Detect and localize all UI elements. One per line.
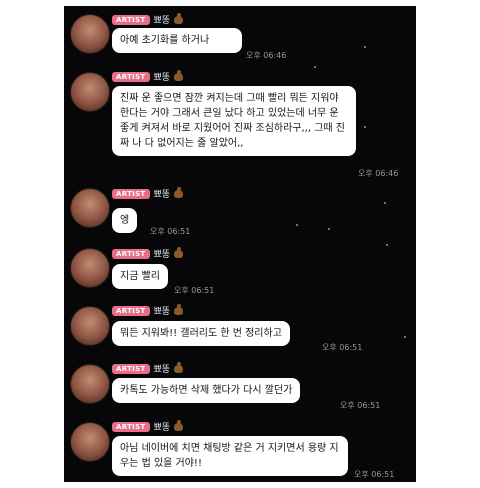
artist-badge: ARTIST bbox=[112, 14, 150, 25]
poo-emoji-icon bbox=[174, 12, 184, 24]
sender-meta: ARTIST 뾰똥 bbox=[112, 419, 184, 433]
sender-name: 뾰똥 bbox=[153, 190, 171, 200]
avatar[interactable] bbox=[70, 422, 110, 462]
message-time: 오후 06:51 bbox=[354, 470, 395, 479]
star bbox=[364, 46, 366, 48]
avatar[interactable] bbox=[70, 72, 110, 112]
poo-emoji-icon bbox=[174, 186, 184, 198]
message-time: 오후 06:51 bbox=[150, 227, 191, 236]
sender-name: 뾰똥 bbox=[153, 307, 171, 317]
sender-meta: ARTIST 뾰똥 bbox=[112, 186, 184, 200]
message-bubble[interactable]: 아예 초기화를 하거나 bbox=[112, 28, 242, 53]
artist-badge: ARTIST bbox=[112, 305, 150, 316]
sender-meta: ARTIST 뾰똥 bbox=[112, 69, 184, 83]
poo-emoji-icon bbox=[174, 303, 184, 315]
message-bubble[interactable]: 아님 네이버에 치면 채팅방 같은 거 지키면서 용량 지우는 법 있을 거야!… bbox=[112, 436, 348, 476]
message-bubble[interactable]: 지금 빨리 bbox=[112, 264, 168, 289]
avatar[interactable] bbox=[70, 306, 110, 346]
message-time: 오후 06:51 bbox=[322, 343, 363, 352]
star bbox=[328, 228, 330, 230]
poo-emoji-icon bbox=[174, 246, 184, 258]
star bbox=[384, 202, 386, 204]
avatar[interactable] bbox=[70, 14, 110, 54]
star bbox=[314, 66, 316, 68]
artist-badge: ARTIST bbox=[112, 188, 150, 199]
sender-meta: ARTIST 뾰똥 bbox=[112, 12, 184, 26]
avatar[interactable] bbox=[70, 364, 110, 404]
avatar[interactable] bbox=[70, 188, 110, 228]
artist-badge: ARTIST bbox=[112, 248, 150, 259]
sender-meta: ARTIST 뾰똥 bbox=[112, 303, 184, 317]
message-bubble[interactable]: 뭐든 지워봐!! 갤러리도 한 번 정리하고 bbox=[112, 321, 290, 346]
sender-name: 뾰똥 bbox=[153, 250, 171, 260]
artist-badge: ARTIST bbox=[112, 421, 150, 432]
sender-meta: ARTIST 뾰똥 bbox=[112, 246, 184, 260]
star bbox=[364, 126, 366, 128]
message-time: 오후 06:51 bbox=[340, 401, 381, 410]
chat-screen: ARTIST 뾰똥 아예 초기화를 하거나 오후 06:46 ARTIST 뾰똥… bbox=[64, 6, 416, 482]
artist-badge: ARTIST bbox=[112, 363, 150, 374]
sender-name: 뾰똥 bbox=[153, 16, 171, 26]
sender-meta: ARTIST 뾰똥 bbox=[112, 361, 184, 375]
message-time: 오후 06:46 bbox=[246, 51, 287, 60]
poo-emoji-icon bbox=[174, 69, 184, 81]
star bbox=[296, 224, 298, 226]
message-bubble[interactable]: 엥 bbox=[112, 208, 138, 233]
sender-name: 뾰똥 bbox=[153, 365, 171, 375]
message-bubble[interactable]: 진짜 운 좋으면 잠깐 켜지는데 그때 빨리 뭐든 지워야 한다는 거야 그래서… bbox=[112, 86, 356, 156]
message-bubble[interactable]: 카톡도 가능하면 삭제 했다가 다시 깔던가 bbox=[112, 378, 301, 403]
avatar[interactable] bbox=[70, 248, 110, 288]
star bbox=[404, 336, 406, 338]
poo-emoji-icon bbox=[174, 419, 184, 431]
star bbox=[386, 244, 388, 246]
artist-badge: ARTIST bbox=[112, 71, 150, 82]
message-time: 오후 06:46 bbox=[358, 169, 399, 178]
message-time: 오후 06:51 bbox=[174, 286, 215, 295]
poo-emoji-icon bbox=[174, 361, 184, 373]
sender-name: 뾰똥 bbox=[153, 73, 171, 83]
sender-name: 뾰똥 bbox=[153, 423, 171, 433]
